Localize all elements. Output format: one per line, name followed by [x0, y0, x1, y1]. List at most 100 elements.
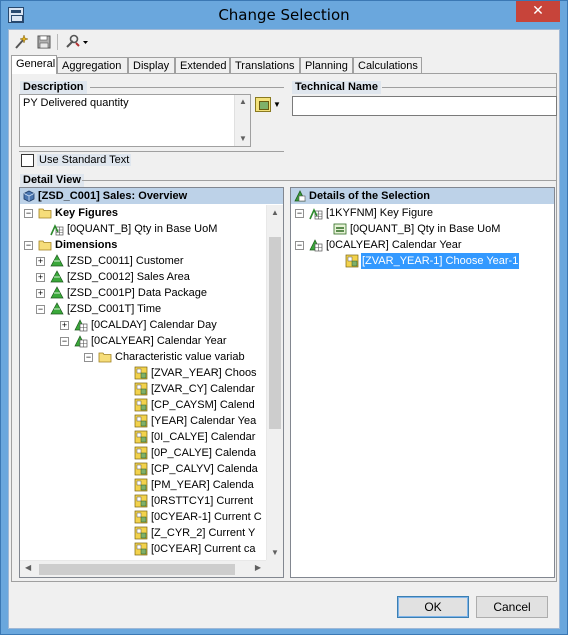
tree-node[interactable]: [0RSTTCY1] Current: [20, 493, 283, 509]
detail-view-label: Detail View: [20, 174, 84, 187]
tree-node[interactable]: [CP_CALYV] Calenda: [20, 461, 283, 477]
tree-node[interactable]: [CP_CAYSM] Calend: [20, 397, 283, 413]
tree-node[interactable]: [0CYEAR] Current ca: [20, 541, 283, 557]
infoprovider-tree-pane: [ZSD_C001] Sales: Overview − Key Figures[…: [19, 187, 284, 578]
scroll-up-icon[interactable]: ▲: [271, 208, 279, 217]
tree-node-label[interactable]: [ZSD_C0011] Customer: [66, 253, 185, 269]
collapse-icon[interactable]: −: [84, 353, 93, 362]
tree-node-label[interactable]: [PM_YEAR] Calenda: [150, 477, 255, 493]
tree-node[interactable]: + [ZSD_C001P] Data Package: [20, 285, 283, 301]
tree-node[interactable]: − [ZSD_C001T] Time: [20, 301, 283, 317]
scroll-right-icon[interactable]: ▶: [255, 563, 261, 572]
collapse-icon[interactable]: −: [295, 241, 304, 250]
tree-node-label[interactable]: Characteristic value variab: [114, 349, 246, 365]
description-textarea[interactable]: PY Delivered quantity ▲ ▼: [19, 94, 251, 147]
tree-node[interactable]: [ZVAR_YEAR-1] Choose Year-1: [291, 253, 554, 269]
scroll-thumb[interactable]: [39, 564, 235, 575]
tools-dropdown-icon[interactable]: [64, 34, 90, 50]
collapse-icon[interactable]: −: [24, 241, 33, 250]
tree-node-label[interactable]: Dimensions: [54, 237, 118, 253]
expand-icon[interactable]: +: [36, 289, 45, 298]
tree-node-label[interactable]: [ZSD_C001P] Data Package: [66, 285, 208, 301]
dialog-client: General Aggregation Display Extended Tra…: [8, 29, 560, 629]
tree-node-label[interactable]: [ZVAR_YEAR-1] Choose Year-1: [361, 253, 520, 269]
tree-node[interactable]: [0CYEAR-1] Current C: [20, 509, 283, 525]
ok-button[interactable]: OK: [397, 596, 469, 618]
title-bar[interactable]: Change Selection ✕: [1, 1, 567, 29]
tab-general[interactable]: General: [11, 55, 57, 74]
tree-node-label[interactable]: [0QUANT_B] Qty in Base UoM: [66, 221, 218, 237]
tree-node[interactable]: − [0CALYEAR] Calendar Year: [20, 333, 283, 349]
tree-node[interactable]: [Z_CYR_2] Current Y: [20, 525, 283, 541]
tree-node-label[interactable]: [0CALYEAR] Calendar Year: [325, 237, 463, 253]
tree-node-label[interactable]: [0RSTTCY1] Current: [150, 493, 254, 509]
tree-node-label[interactable]: [0CYEAR-1] Current C: [150, 509, 263, 525]
tree-node-label[interactable]: [ZVAR_CY] Calendar: [150, 381, 256, 397]
tab-extended[interactable]: Extended: [175, 57, 230, 74]
expand-icon[interactable]: +: [36, 273, 45, 282]
left-vertical-scrollbar[interactable]: ▲ ▼: [266, 205, 283, 560]
tree-node-label[interactable]: [ZSD_C001T] Time: [66, 301, 162, 317]
tree-node-label[interactable]: [0CALDAY] Calendar Day: [90, 317, 218, 333]
tree-node[interactable]: [YEAR] Calendar Yea: [20, 413, 283, 429]
tree-node[interactable]: [0QUANT_B] Qty in Base UoM: [291, 221, 554, 237]
scrollbar-corner: [266, 560, 283, 577]
tree-node[interactable]: [0I_CALYE] Calendar: [20, 429, 283, 445]
scroll-up-icon[interactable]: ▲: [239, 97, 247, 106]
scroll-left-icon[interactable]: ◀: [25, 563, 31, 572]
tree-node-label[interactable]: [CP_CALYV] Calenda: [150, 461, 259, 477]
tree-node-label[interactable]: Key Figures: [54, 205, 119, 221]
expand-icon[interactable]: +: [36, 257, 45, 266]
tree-node[interactable]: − [1KYFNM] Key Figure: [291, 205, 554, 221]
tree-node-label[interactable]: [0CALYEAR] Calendar Year: [90, 333, 228, 349]
save-icon[interactable]: [36, 34, 52, 50]
tree-node[interactable]: [0QUANT_B] Qty in Base UoM: [20, 221, 283, 237]
tree-node[interactable]: − Characteristic value variab: [20, 349, 283, 365]
collapse-icon[interactable]: −: [36, 305, 45, 314]
selection-details-tree: − [1KYFNM] Key Figure [0QUANT_B] Qty in Ba…: [291, 205, 554, 577]
tree-node[interactable]: − Key Figures: [20, 205, 283, 221]
tree-node-label[interactable]: [0I_CALYE] Calendar: [150, 429, 256, 445]
tree-node[interactable]: + [ZSD_C0011] Customer: [20, 253, 283, 269]
tree-node-label[interactable]: [ZVAR_YEAR] Choos: [150, 365, 258, 381]
close-button[interactable]: ✕: [516, 1, 560, 22]
description-scrollbar[interactable]: ▲ ▼: [234, 95, 250, 146]
tab-translations[interactable]: Translations: [230, 57, 300, 74]
wand-icon[interactable]: [13, 34, 29, 50]
tree-node-label[interactable]: [YEAR] Calendar Yea: [150, 413, 257, 429]
tree-node-label[interactable]: [0CYEAR] Current ca: [150, 541, 257, 557]
collapse-icon[interactable]: −: [24, 209, 33, 218]
tree-node[interactable]: [PM_YEAR] Calenda: [20, 477, 283, 493]
tree-node[interactable]: [0P_CALYE] Calenda: [20, 445, 283, 461]
collapse-icon[interactable]: −: [295, 209, 304, 218]
tree-node-label[interactable]: [0QUANT_B] Qty in Base UoM: [349, 221, 501, 237]
text-variable-icon[interactable]: [255, 97, 271, 112]
tab-planning[interactable]: Planning: [300, 57, 353, 74]
tree-node-label[interactable]: [ZSD_C0012] Sales Area: [66, 269, 191, 285]
tree-node[interactable]: [ZVAR_CY] Calendar: [20, 381, 283, 397]
tree-node-label[interactable]: [1KYFNM] Key Figure: [325, 205, 434, 221]
chevron-down-icon[interactable]: ▼: [273, 100, 281, 109]
tree-node-label[interactable]: [CP_CAYSM] Calend: [150, 397, 256, 413]
folder-icon: [98, 352, 112, 363]
left-horizontal-scrollbar[interactable]: ◀ ▶: [20, 560, 266, 577]
dimension-icon: [50, 286, 64, 299]
cancel-button[interactable]: Cancel: [476, 596, 548, 618]
expand-icon[interactable]: +: [60, 321, 69, 330]
scroll-down-icon[interactable]: ▼: [271, 548, 279, 557]
tree-node[interactable]: + [ZSD_C0012] Sales Area: [20, 269, 283, 285]
tab-display[interactable]: Display: [128, 57, 175, 74]
tree-node[interactable]: − [0CALYEAR] Calendar Year: [291, 237, 554, 253]
tab-calculations[interactable]: Calculations: [353, 57, 422, 74]
tab-aggregation[interactable]: Aggregation: [57, 57, 128, 74]
tree-node[interactable]: + [0CALDAY] Calendar Day: [20, 317, 283, 333]
tree-node[interactable]: − Dimensions: [20, 237, 283, 253]
tree-node-label[interactable]: [Z_CYR_2] Current Y: [150, 525, 256, 541]
scroll-thumb[interactable]: [269, 237, 281, 429]
use-standard-text-checkbox[interactable]: [21, 154, 34, 167]
collapse-icon[interactable]: −: [60, 337, 69, 346]
tree-node[interactable]: [ZVAR_YEAR] Choos: [20, 365, 283, 381]
tree-node-label[interactable]: [0P_CALYE] Calenda: [150, 445, 257, 461]
technical-name-input[interactable]: [292, 96, 557, 116]
scroll-down-icon[interactable]: ▼: [239, 134, 247, 143]
